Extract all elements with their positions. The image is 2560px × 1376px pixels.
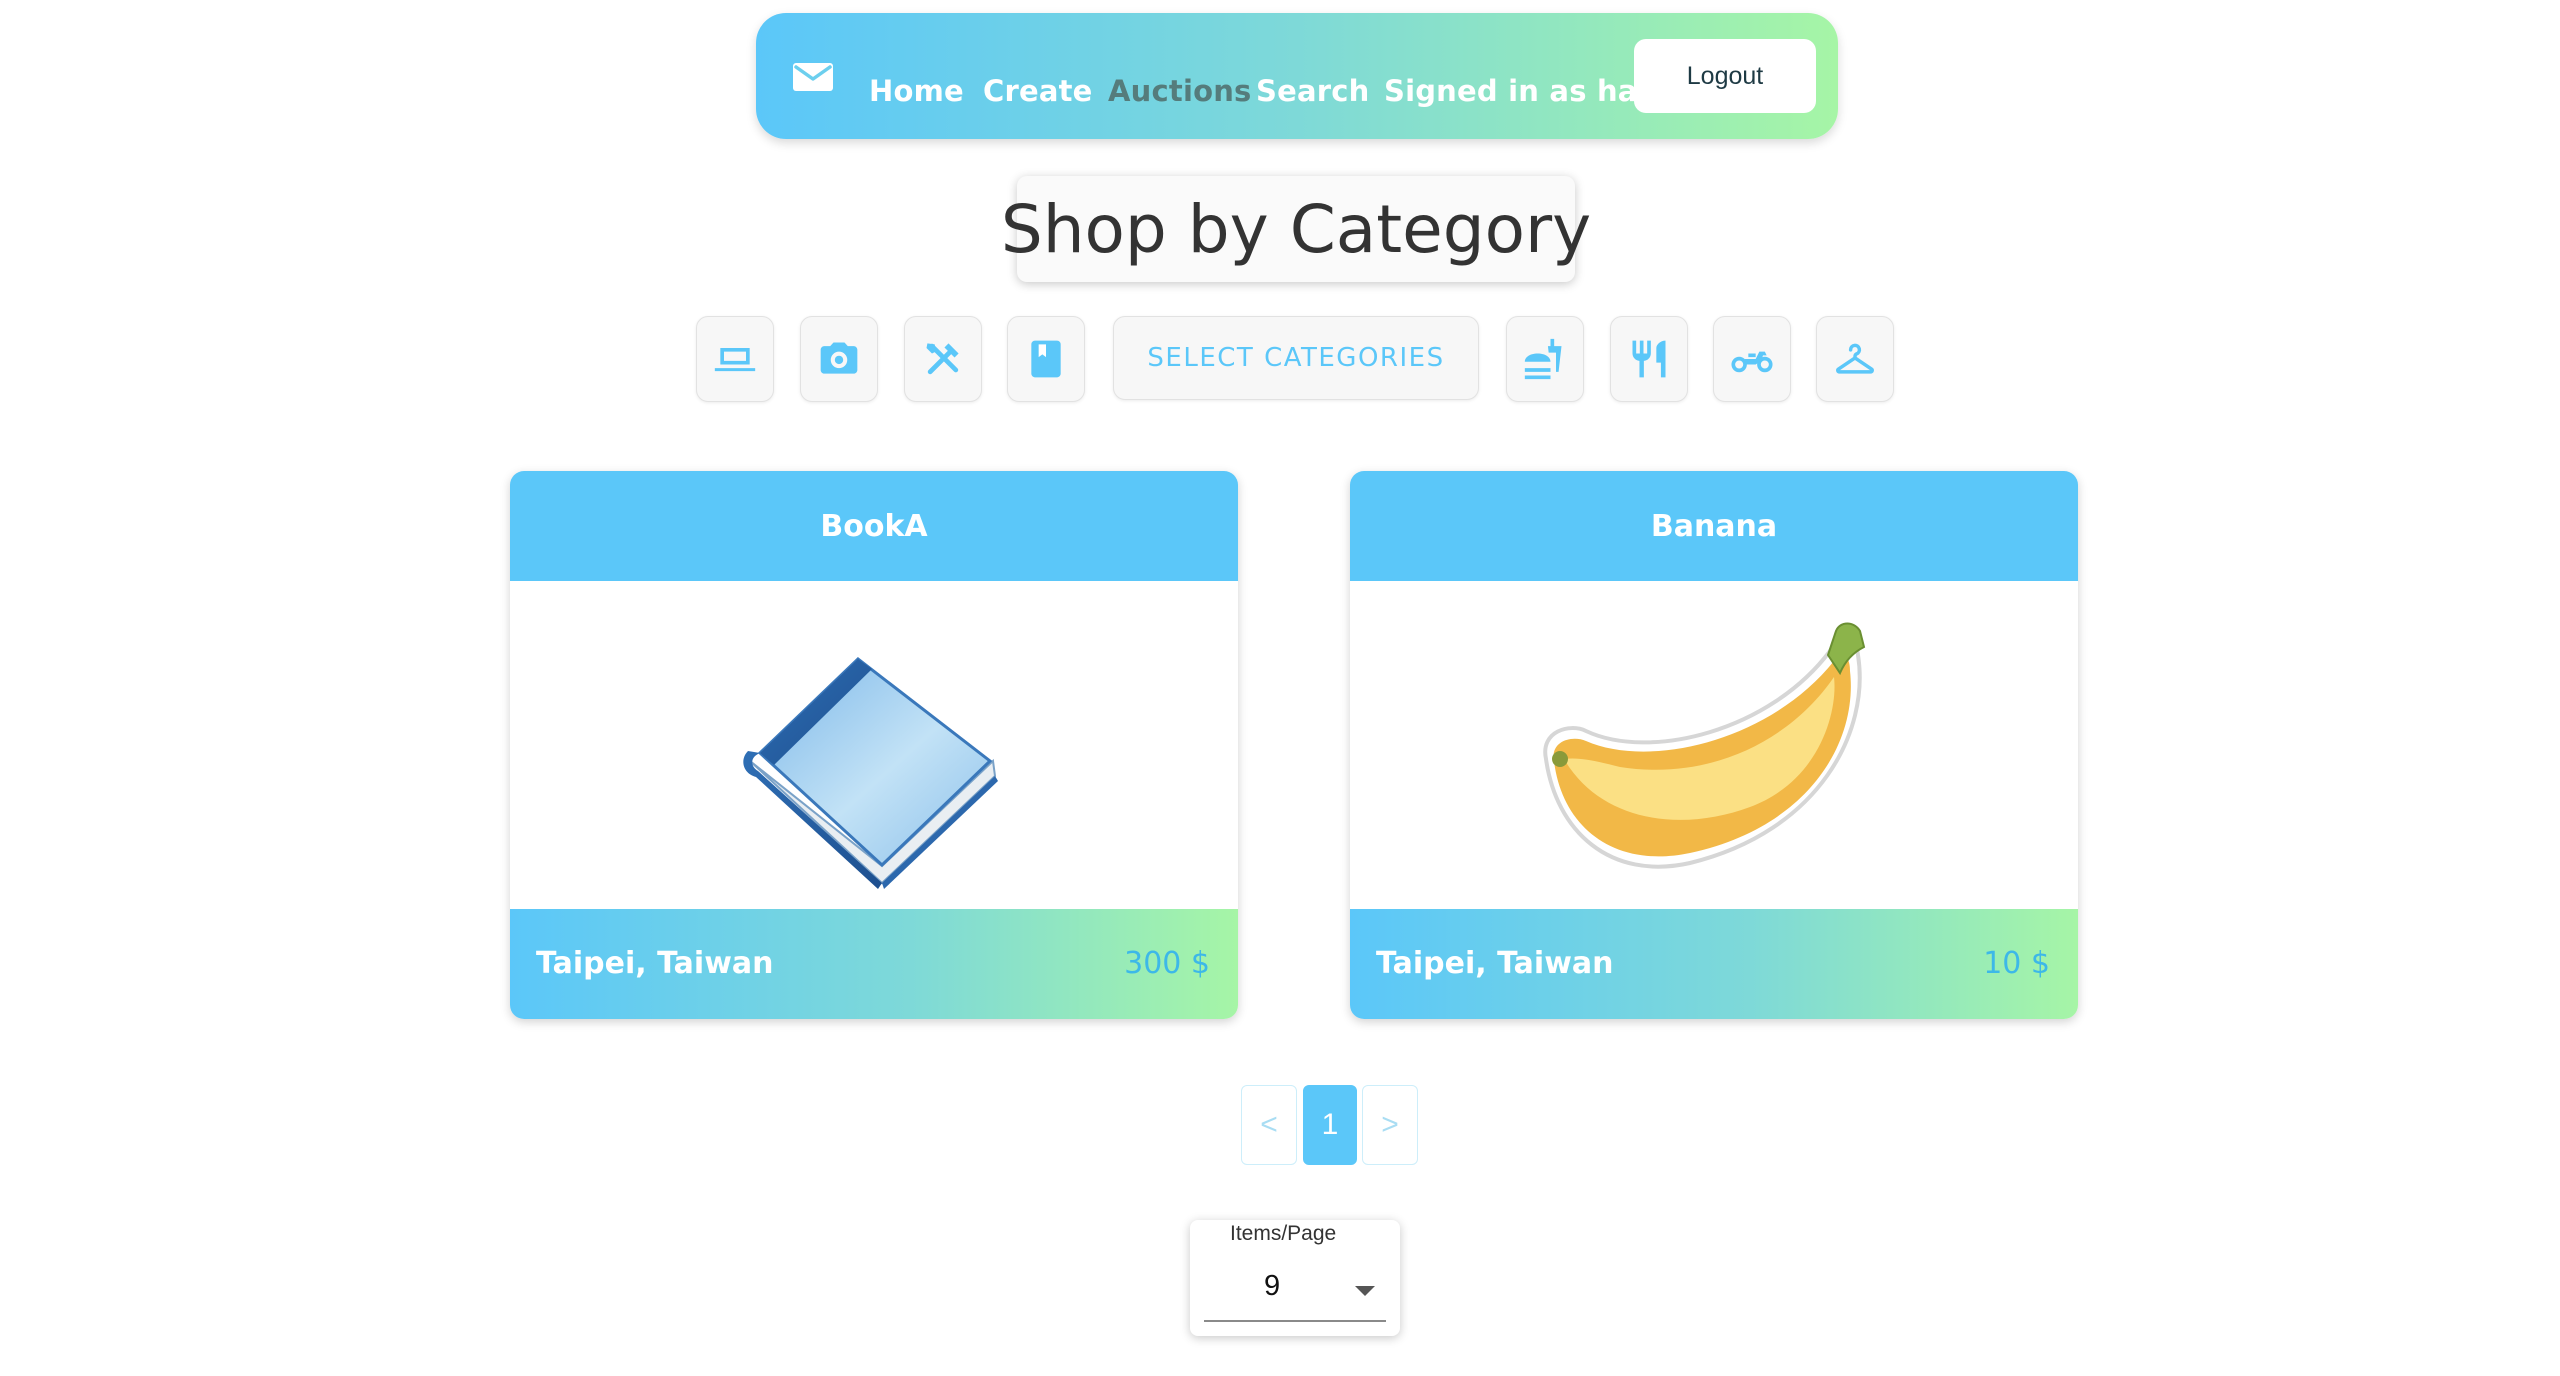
book-image [743, 657, 998, 889]
pagination-next-button[interactable]: > [1362, 1085, 1418, 1165]
signed-in-user: Signed in as hans [1384, 74, 1676, 108]
category-tools-button[interactable] [904, 316, 982, 402]
category-vehicles-button[interactable] [1713, 316, 1791, 402]
category-food-button[interactable] [1506, 316, 1584, 402]
product-location: Taipei, Taiwan [536, 946, 774, 981]
restaurant-icon [1632, 340, 1666, 378]
product-card[interactable]: BookA Taipei, Taiwan 300 $ [510, 471, 1238, 1019]
category-laptop-button[interactable] [696, 316, 774, 402]
page-title: Shop by Category [1001, 176, 1591, 282]
items-per-page-select[interactable]: Items/Page 9 [1190, 1220, 1400, 1336]
select-underline [1204, 1320, 1386, 1322]
fastfood-icon [1524, 338, 1562, 380]
banana-image [1543, 622, 1866, 869]
nav-auctions-link[interactable]: Auctions [1108, 69, 1252, 113]
mail-icon[interactable] [793, 63, 833, 91]
camera-icon [820, 342, 858, 374]
nav-search-link[interactable]: Search [1256, 69, 1369, 113]
product-location: Taipei, Taiwan [1376, 946, 1614, 981]
product-card[interactable]: Banana Taipei, Taiwan 10 $ [1350, 471, 2078, 1019]
logout-button[interactable]: Logout [1634, 39, 1816, 113]
product-footer: Taipei, Taiwan 10 $ [1350, 909, 2078, 1019]
category-books-button[interactable] [1007, 316, 1085, 402]
category-restaurant-button[interactable] [1610, 316, 1688, 402]
nav-create-link[interactable]: Create [983, 69, 1093, 113]
category-clothing-button[interactable] [1816, 316, 1894, 402]
product-price: 300 $ [1124, 946, 1210, 981]
category-camera-button[interactable] [800, 316, 878, 402]
hanger-icon [1836, 343, 1874, 374]
items-per-page-value[interactable]: 9 [1264, 1270, 1280, 1303]
nav-home-link[interactable]: Home [869, 69, 964, 113]
select-categories-button[interactable]: SELECT CATEGORIES [1113, 316, 1479, 400]
book-icon [1031, 340, 1061, 378]
product-price: 10 $ [1983, 946, 2050, 981]
product-title[interactable]: BookA [510, 471, 1238, 581]
items-per-page-label: Items/Page [1230, 1222, 1337, 1245]
pagination-prev-button[interactable]: < [1241, 1085, 1297, 1165]
motorcycle-icon [1731, 351, 1773, 373]
chevron-down-icon[interactable] [1355, 1286, 1375, 1296]
product-image[interactable] [510, 581, 1238, 909]
laptop-icon [714, 348, 756, 372]
top-navbar: Home Create Auctions Search Signed in as… [756, 13, 1838, 139]
pagination-page-1[interactable]: 1 [1303, 1085, 1357, 1165]
product-footer: Taipei, Taiwan 300 $ [510, 909, 1238, 1019]
product-title[interactable]: Banana [1350, 471, 2078, 581]
product-image[interactable] [1350, 581, 2078, 909]
tools-icon [926, 343, 959, 375]
